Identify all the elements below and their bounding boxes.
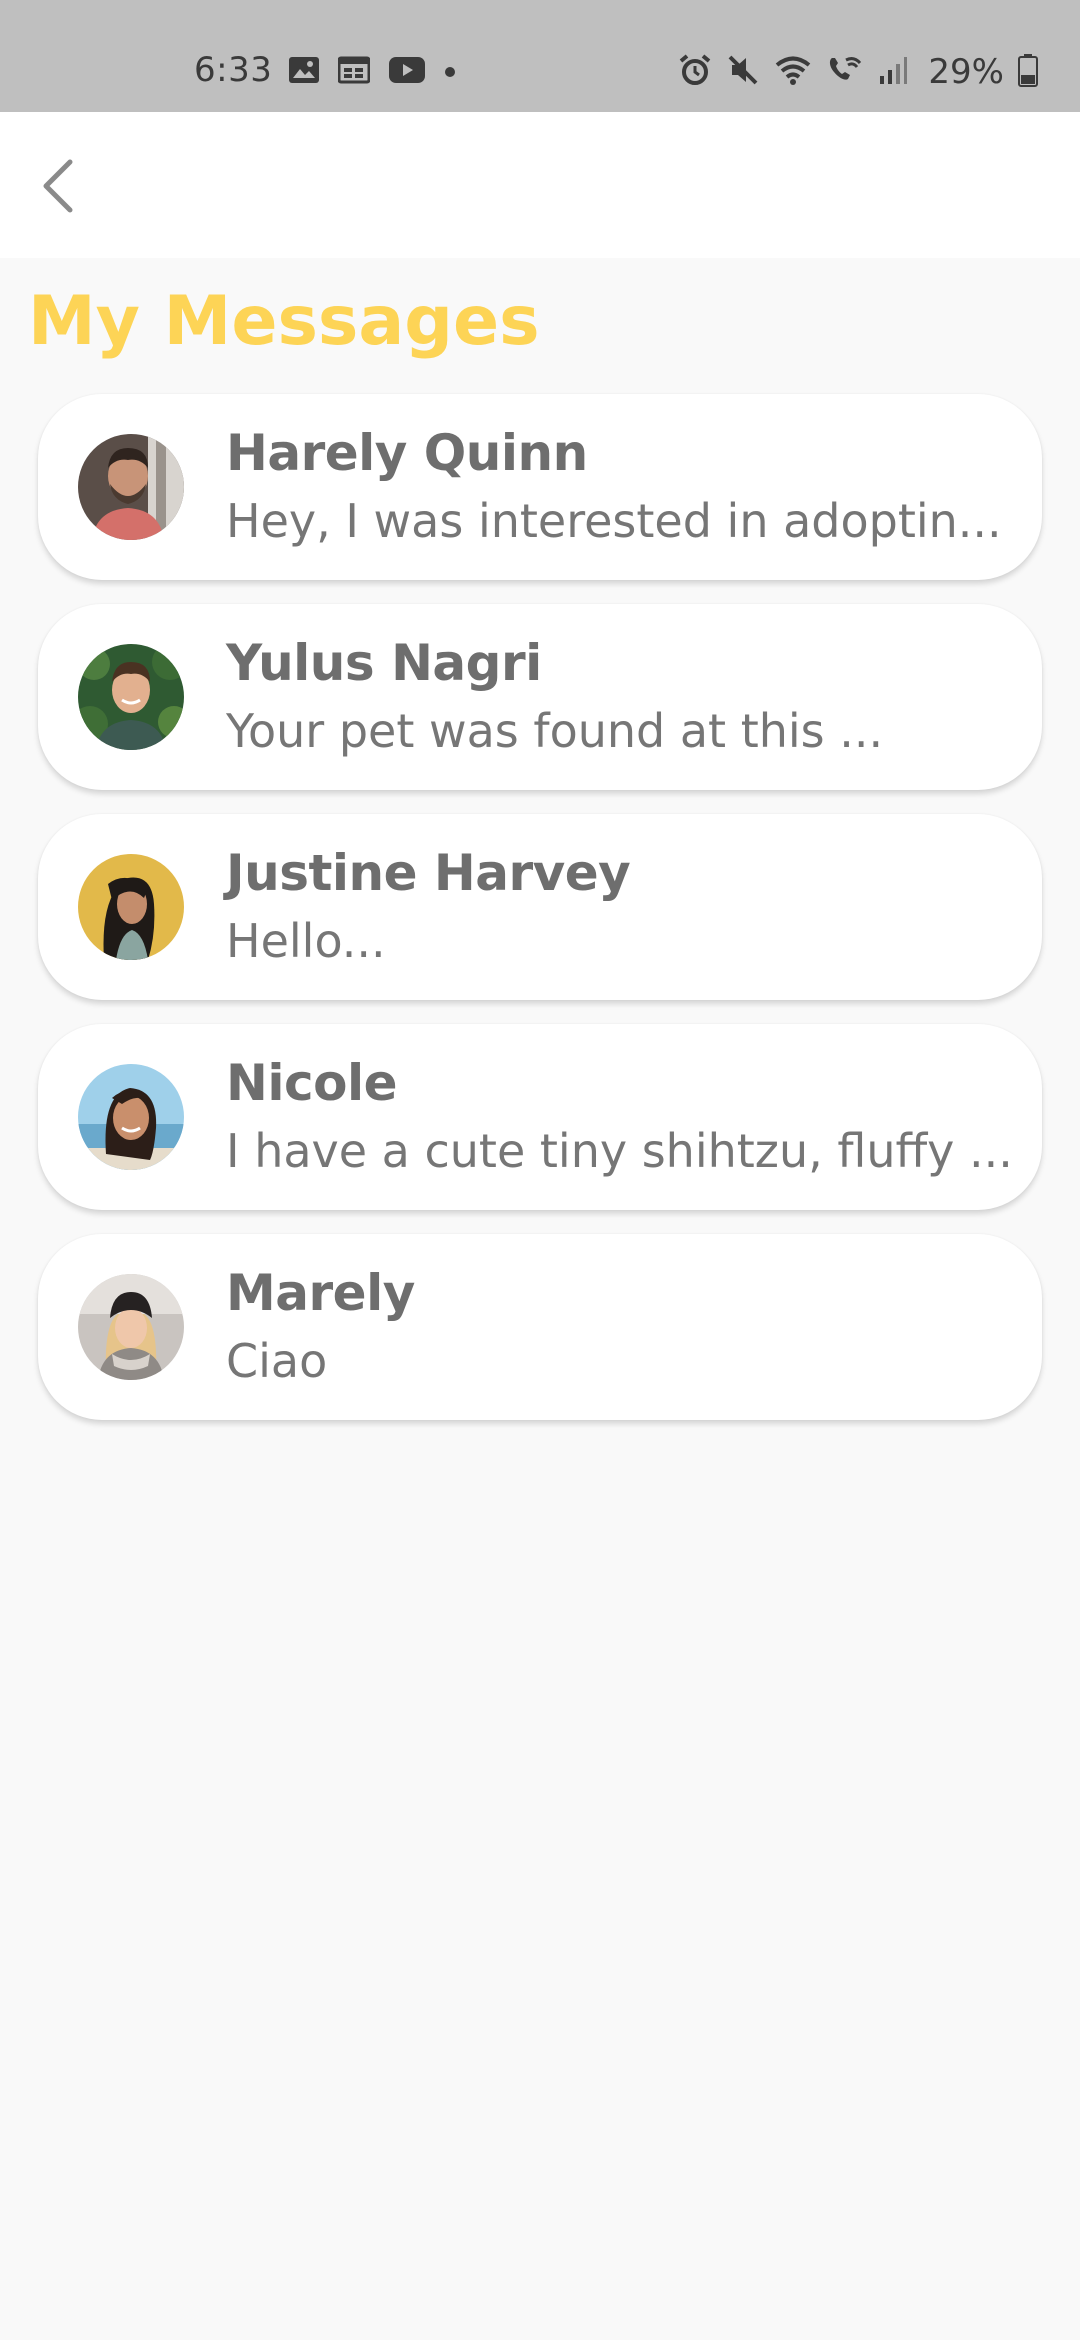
page-title: My Messages xyxy=(28,282,540,361)
message-preview: Hey, I was interested in adoptin... xyxy=(226,494,1002,548)
conversation-item[interactable]: Nicole I have a cute tiny shihtzu, fluff… xyxy=(38,1024,1042,1210)
conversation-item[interactable]: Justine Harvey Hello... xyxy=(38,814,1042,1000)
mute-icon xyxy=(726,53,760,91)
avatar xyxy=(78,854,184,960)
status-time: 6:33 xyxy=(194,50,273,90)
conversation-item[interactable]: Yulus Nagri Your pet was found at this .… xyxy=(38,604,1042,790)
message-preview: Your pet was found at this ... xyxy=(226,704,884,758)
avatar xyxy=(78,1064,184,1170)
battery-icon xyxy=(1018,53,1038,91)
avatar xyxy=(78,1274,184,1380)
contact-name: Marely xyxy=(226,1264,415,1322)
conversation-item[interactable]: Harely Quinn Hey, I was interested in ad… xyxy=(38,394,1042,580)
conversation-item[interactable]: Marely Ciao xyxy=(38,1234,1042,1420)
avatar xyxy=(78,644,184,750)
message-preview: Hello... xyxy=(226,914,386,968)
contact-name: Nicole xyxy=(226,1054,398,1112)
back-button[interactable] xyxy=(30,152,86,224)
conversation-list: Harely Quinn Hey, I was interested in ad… xyxy=(38,394,1042,1444)
message-preview: Ciao xyxy=(226,1334,328,1388)
wifi-calling-icon xyxy=(826,54,864,90)
contact-name: Justine Harvey xyxy=(226,844,631,902)
wifi-icon xyxy=(774,54,812,90)
system-icons: 29% xyxy=(678,52,1038,92)
signal-icon xyxy=(878,54,908,90)
chevron-left-icon xyxy=(38,156,78,220)
notification-icons xyxy=(288,56,456,88)
youtube-icon xyxy=(388,56,426,88)
calendar-icon xyxy=(337,56,371,88)
contact-name: Yulus Nagri xyxy=(226,634,542,692)
dot-icon xyxy=(444,63,456,82)
message-preview: I have a cute tiny shihtzu, fluffy ... xyxy=(226,1124,1013,1178)
status-bar: 6:33 29% xyxy=(0,0,1080,112)
alarm-icon xyxy=(678,53,712,91)
avatar xyxy=(78,434,184,540)
app-bar xyxy=(0,112,1080,258)
image-icon xyxy=(288,56,320,88)
contact-name: Harely Quinn xyxy=(226,424,588,482)
battery-percent: 29% xyxy=(928,52,1004,92)
